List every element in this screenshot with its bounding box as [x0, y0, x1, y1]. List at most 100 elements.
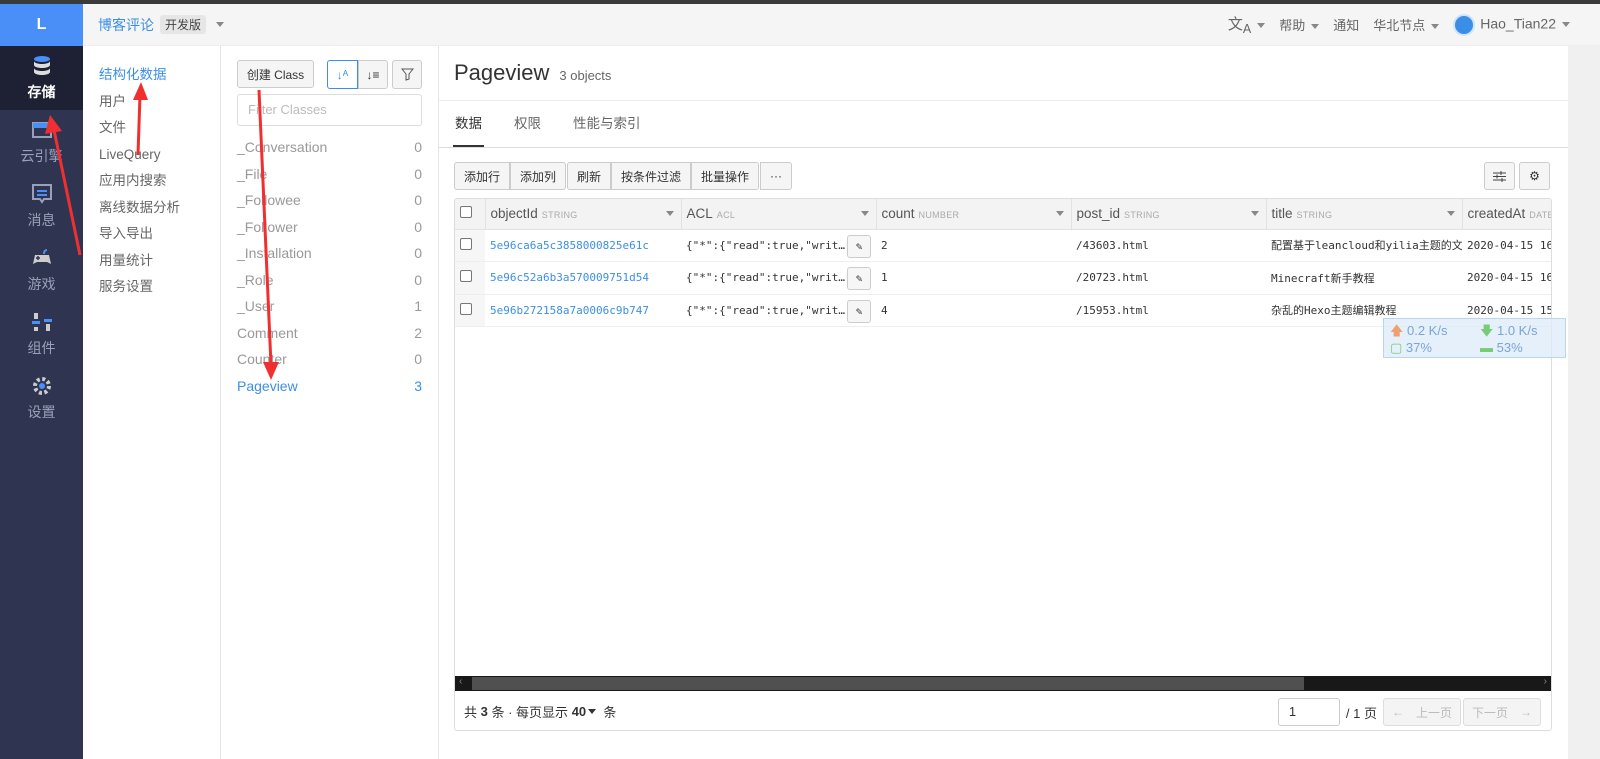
page-input[interactable]: 1: [1277, 698, 1340, 726]
scrollbar-thumb[interactable]: [472, 677, 1304, 690]
app-name[interactable]: 博客评论: [98, 15, 154, 35]
column-header[interactable]: post_id STRING: [1071, 199, 1267, 230]
scroll-right-icon[interactable]: ›: [1544, 676, 1547, 687]
nav-components[interactable]: 组件: [0, 302, 83, 366]
table-row[interactable]: 5e96ca6a5c3858000825e61c {"*":{"read":tr…: [455, 229, 1551, 262]
class-item[interactable]: _File 0: [237, 161, 422, 188]
column-menu-caret-icon[interactable]: [1055, 211, 1064, 216]
per-page-select[interactable]: 40: [572, 704, 586, 719]
acl-cell[interactable]: {"*":{"read":true,"writ… ✎: [681, 261, 876, 295]
tab-data[interactable]: 数据: [453, 101, 484, 147]
batch-operation-button[interactable]: 批量操作: [691, 162, 760, 190]
filter-classes-input[interactable]: Filter Classes: [237, 94, 422, 126]
conditional-filter-button[interactable]: 按条件过滤: [611, 162, 692, 190]
more-button[interactable]: ···: [760, 162, 792, 190]
objectid-cell[interactable]: 5e96c52a6b3a570009751d54: [485, 261, 681, 295]
column-settings-button[interactable]: [1484, 162, 1515, 190]
class-item[interactable]: _Followee 0: [237, 187, 422, 214]
submenu-users[interactable]: 用户: [83, 89, 220, 116]
submenu-usage[interactable]: 用量统计: [83, 248, 220, 275]
row-checkbox[interactable]: [460, 237, 472, 250]
add-row-button[interactable]: 添加行: [454, 162, 511, 190]
create-class-button[interactable]: 创建 Class: [237, 60, 314, 88]
submenu-import-export[interactable]: 导入导出: [83, 221, 220, 248]
acl-cell[interactable]: {"*":{"read":true,"writ… ✎: [681, 229, 876, 262]
post-id-cell[interactable]: /43603.html: [1071, 229, 1266, 262]
post-id-cell[interactable]: /20723.html: [1071, 261, 1266, 295]
edit-acl-button[interactable]: ✎: [847, 267, 871, 290]
column-menu-caret-icon[interactable]: [665, 211, 674, 216]
row-checkbox[interactable]: [460, 302, 472, 315]
tab-indexes[interactable]: 性能与索引: [571, 101, 643, 147]
title-cell[interactable]: 配置基于leancloud和yilia主题的文: [1266, 229, 1462, 262]
edit-acl-button[interactable]: ✎: [847, 234, 871, 258]
column-menu-caret-icon[interactable]: [1446, 211, 1455, 216]
tab-permissions[interactable]: 权限: [512, 101, 543, 147]
class-count: 0: [414, 271, 422, 288]
add-column-button[interactable]: 添加列: [510, 162, 567, 190]
help-menu[interactable]: 帮助: [1279, 15, 1320, 34]
column-header[interactable]: ACL ACL: [681, 199, 877, 230]
class-item[interactable]: Pageview 3: [237, 373, 422, 400]
class-item[interactable]: Counter 0: [237, 346, 422, 373]
count-cell[interactable]: 1: [876, 261, 1071, 295]
column-header[interactable]: count NUMBER: [876, 199, 1072, 230]
class-item[interactable]: _User 1: [237, 293, 422, 320]
submenu-livequery[interactable]: LiveQuery: [83, 142, 220, 169]
scroll-left-icon[interactable]: ‹: [459, 676, 462, 687]
table-row[interactable]: 5e96c52a6b3a570009751d54 {"*":{"read":tr…: [455, 261, 1551, 295]
nav-game[interactable]: 游戏: [0, 238, 83, 302]
class-item[interactable]: _Installation 0: [237, 240, 422, 267]
chevron-down-icon[interactable]: [588, 708, 597, 714]
horizontal-scrollbar[interactable]: ‹ ›: [455, 676, 1551, 691]
post-id-cell[interactable]: /15953.html: [1071, 294, 1266, 327]
chevron-down-icon: [1431, 24, 1440, 30]
filter-button[interactable]: [392, 60, 422, 89]
row-checkbox[interactable]: [460, 270, 472, 283]
cpu-usage: ▢ 37%: [1390, 340, 1432, 356]
select-all-checkbox[interactable]: [460, 206, 472, 219]
sort-count-button[interactable]: ↓≡: [358, 60, 388, 89]
nav-storage[interactable]: 存储: [0, 46, 83, 110]
count-cell[interactable]: 4: [876, 294, 1071, 327]
submenu-service-settings[interactable]: 服务设置: [83, 274, 220, 301]
title-cell[interactable]: Minecraft新手教程: [1266, 261, 1462, 295]
page-scrollbar[interactable]: [1568, 46, 1600, 759]
submenu-structured-data[interactable]: 结构化数据: [83, 62, 220, 89]
submenu-files[interactable]: 文件: [83, 115, 220, 142]
table-settings-button[interactable]: ⚙: [1519, 162, 1550, 190]
prev-page-button[interactable]: ← 上一页: [1382, 698, 1461, 726]
components-icon: [31, 313, 52, 331]
nav-message[interactable]: 消息: [0, 174, 83, 238]
class-item[interactable]: Comment 2: [237, 320, 422, 347]
createdat-cell[interactable]: 2020-04-15 16: [1462, 261, 1551, 295]
objectid-cell[interactable]: 5e96b272158a7a0006c9b747: [485, 294, 681, 327]
acl-cell[interactable]: {"*":{"read":true,"writ… ✎: [681, 294, 876, 327]
column-header[interactable]: objectId STRING: [485, 199, 682, 230]
sort-alpha-button[interactable]: ↓ᴬ: [327, 60, 358, 89]
language-menu[interactable]: 文A: [1228, 13, 1266, 36]
edit-acl-button[interactable]: ✎: [847, 299, 871, 323]
class-item[interactable]: _Conversation 0: [237, 134, 422, 161]
next-page-button[interactable]: 下一页 →: [1462, 698, 1541, 726]
submenu-search[interactable]: 应用内搜索: [83, 168, 220, 195]
nav-settings[interactable]: 设置: [0, 366, 83, 430]
column-menu-caret-icon[interactable]: [1250, 211, 1259, 216]
region-menu[interactable]: 华北节点: [1373, 15, 1440, 34]
user-menu[interactable]: Hao_Tian22: [1453, 13, 1570, 36]
column-menu-caret-icon[interactable]: [860, 211, 869, 216]
nav-label: 消息: [27, 212, 56, 228]
column-header[interactable]: title STRING: [1266, 199, 1463, 230]
submenu-offline-analysis[interactable]: 离线数据分析: [83, 195, 220, 222]
column-header[interactable]: createdAt DATE: [1462, 199, 1551, 230]
app-switch-caret-icon[interactable]: [216, 22, 225, 27]
class-item[interactable]: _Follower 0: [237, 214, 422, 241]
nav-cloud-engine[interactable]: 云引擎: [0, 110, 83, 174]
count-cell[interactable]: 2: [876, 229, 1071, 262]
createdat-cell[interactable]: 2020-04-15 16: [1462, 229, 1551, 262]
class-item[interactable]: _Role 0: [237, 267, 422, 294]
objectid-cell[interactable]: 5e96ca6a5c3858000825e61c: [485, 229, 681, 262]
notify-link[interactable]: 通知: [1333, 15, 1359, 34]
app-logo[interactable]: L: [0, 4, 83, 46]
refresh-button[interactable]: 刷新: [567, 162, 612, 190]
